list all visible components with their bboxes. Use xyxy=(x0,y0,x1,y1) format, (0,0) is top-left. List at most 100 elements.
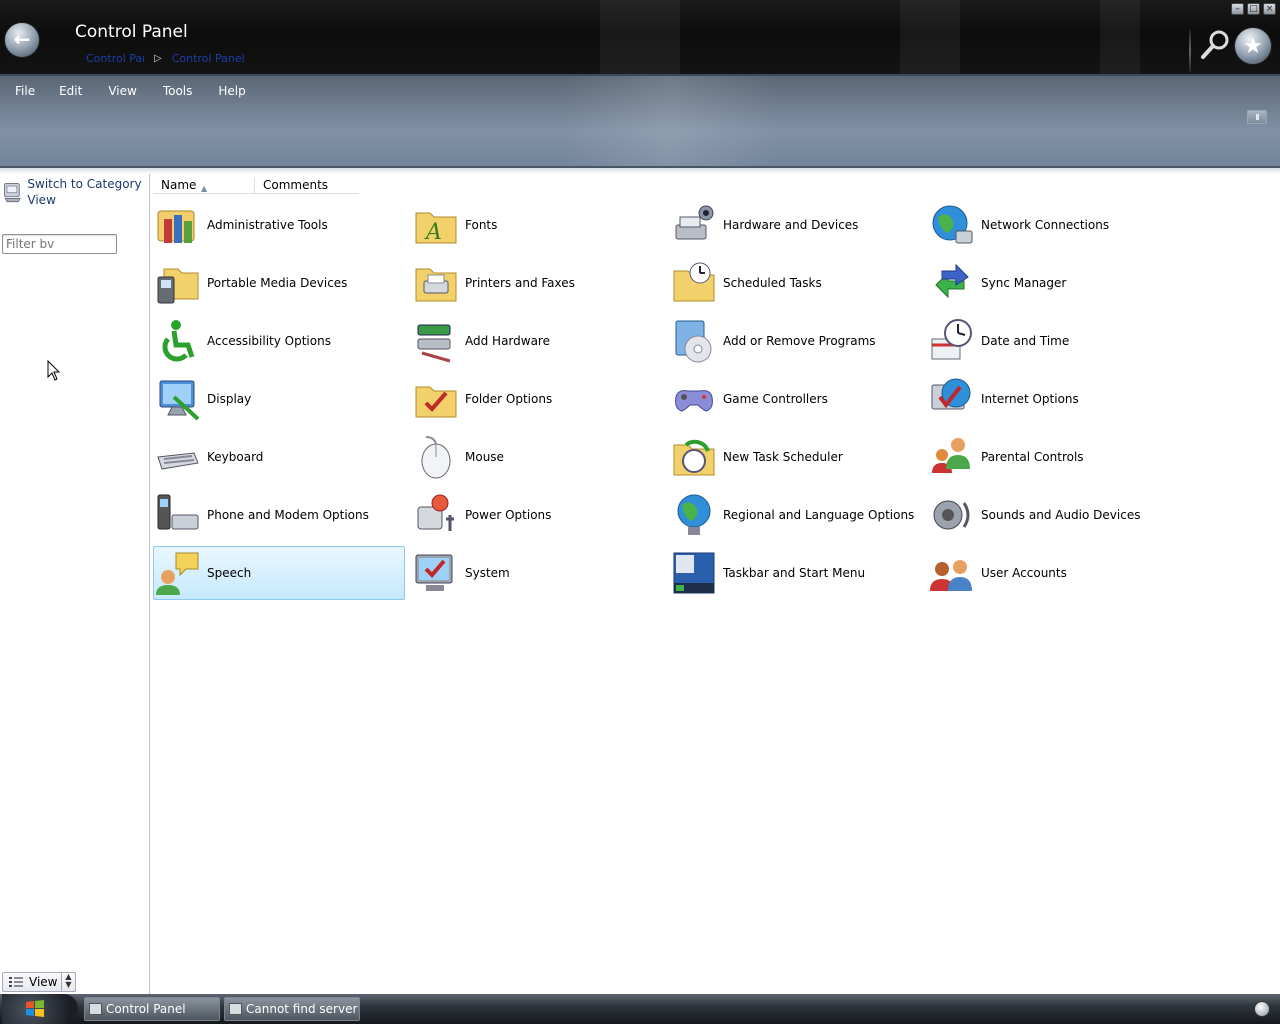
search-icon[interactable] xyxy=(1198,28,1232,62)
item-label: Printers and Faxes xyxy=(465,276,575,290)
parental-controls-icon xyxy=(928,433,976,481)
column-headers: Name ▲ Comments xyxy=(153,178,359,194)
system-icon xyxy=(412,549,460,597)
control-panel-item[interactable]: Display xyxy=(153,372,405,426)
start-button[interactable] xyxy=(2,994,78,1024)
title-bar: ← Control Panel Control Panel ▷ Control … xyxy=(0,0,1280,76)
taskbar-button-control-panel[interactable]: Control Panel xyxy=(84,997,220,1021)
network-globe-icon xyxy=(928,201,976,249)
breadcrumb-item[interactable]: Control Panel xyxy=(86,52,144,64)
control-panel-item[interactable]: Mouse xyxy=(411,430,663,484)
control-panel-item[interactable]: Keyboard xyxy=(153,430,405,484)
control-panel-item[interactable]: Printers and Faxes xyxy=(411,256,663,310)
item-label: System xyxy=(465,566,510,580)
windows-logo-icon xyxy=(26,1000,44,1017)
control-panel-item[interactable]: Folder Options xyxy=(411,372,663,426)
item-label: Parental Controls xyxy=(981,450,1084,464)
svg-text:A: A xyxy=(424,220,442,245)
control-panel-item[interactable]: Taskbar and Start Menu xyxy=(669,546,921,600)
spinner-arrows-icon[interactable]: ▲ ▼ xyxy=(61,973,75,991)
control-panel-item[interactable]: Scheduled Tasks xyxy=(669,256,921,310)
control-panel-item[interactable]: Portable Media Devices xyxy=(153,256,405,310)
breadcrumb-item[interactable]: Control Panel xyxy=(172,52,244,64)
speaker-icon xyxy=(928,491,976,539)
control-panel-item[interactable]: Add Hardware xyxy=(411,314,663,368)
item-label: Portable Media Devices xyxy=(207,276,348,290)
taskbar-button-browser[interactable]: Cannot find server xyxy=(224,997,360,1021)
back-button[interactable]: ← xyxy=(4,22,40,58)
admin-tools-icon xyxy=(154,201,202,249)
item-label: Power Options xyxy=(465,508,552,522)
switch-to-category-view-link[interactable]: Switch to Category View xyxy=(2,176,148,208)
control-panel-items: Administrative Tools A Fonts Hardware and D… xyxy=(153,198,1185,604)
filter-input[interactable] xyxy=(2,234,117,254)
tray-icon[interactable] xyxy=(1254,1001,1270,1017)
printer-folder-icon xyxy=(412,259,460,307)
portable-media-icon xyxy=(154,259,202,307)
maximize-button[interactable]: □ xyxy=(1247,3,1260,15)
control-panel-item[interactable]: Speech xyxy=(153,546,405,600)
view-selector[interactable]: View ▲ ▼ xyxy=(2,972,76,992)
window-title: Control Panel xyxy=(75,22,188,42)
control-panel-item[interactable]: Administrative Tools xyxy=(153,198,405,252)
menu-file[interactable]: File xyxy=(6,82,44,100)
taskbar-button-label: Cannot find server xyxy=(246,1002,358,1016)
keyboard-icon xyxy=(154,433,202,481)
view-label: View xyxy=(29,975,58,989)
menu-tools[interactable]: Tools xyxy=(154,82,202,100)
item-label: Network Connections xyxy=(981,218,1110,232)
menu-help[interactable]: Help xyxy=(209,82,254,100)
date-time-icon xyxy=(928,317,976,365)
minimize-button[interactable]: – xyxy=(1231,3,1244,15)
phone-modem-icon xyxy=(154,491,202,539)
control-panel-item[interactable]: User Accounts xyxy=(927,546,1179,600)
task-scheduler-icon xyxy=(670,433,718,481)
add-hardware-icon xyxy=(412,317,460,365)
control-panel-item[interactable]: A Fonts xyxy=(411,198,663,252)
control-panel-item[interactable]: Phone and Modem Options xyxy=(153,488,405,542)
user-accounts-icon xyxy=(928,549,976,597)
item-label: Sync Manager xyxy=(981,276,1067,290)
back-arrow-icon: ← xyxy=(13,27,31,51)
folder-icon xyxy=(89,1003,102,1015)
control-panel-item[interactable]: Hardware and Devices xyxy=(669,198,921,252)
add-remove-programs-icon xyxy=(670,317,718,365)
control-panel-item[interactable]: Sync Manager xyxy=(927,256,1179,310)
mouse-cursor-icon xyxy=(47,360,61,381)
taskbar: Control Panel Cannot find server xyxy=(0,994,1280,1024)
item-label: Administrative Tools xyxy=(207,218,328,232)
control-panel-item[interactable]: Game Controllers xyxy=(669,372,921,426)
menu-edit[interactable]: Edit xyxy=(50,82,91,100)
control-panel-item[interactable]: Date and Time xyxy=(927,314,1179,368)
gamepad-icon xyxy=(670,375,718,423)
close-button[interactable]: × xyxy=(1263,3,1276,15)
column-header-comments[interactable]: Comments xyxy=(255,178,359,193)
item-label: Display xyxy=(207,392,252,406)
item-label: Game Controllers xyxy=(723,392,828,406)
control-panel-item[interactable]: Sounds and Audio Devices xyxy=(927,488,1179,542)
menu-view[interactable]: View xyxy=(99,82,145,100)
window-controls: – □ × xyxy=(1231,3,1276,15)
column-header-name[interactable]: Name ▲ xyxy=(153,178,255,193)
control-panel-item[interactable]: Regional and Language Options xyxy=(669,488,921,542)
control-panel-item[interactable]: Accessibility Options xyxy=(153,314,405,368)
control-panel-icon xyxy=(4,183,21,203)
breadcrumb: Control Panel ▷ Control Panel xyxy=(86,52,244,64)
item-label: Fonts xyxy=(465,218,498,232)
control-panel-item[interactable]: Internet Options xyxy=(927,372,1179,426)
browser-icon xyxy=(229,1003,242,1015)
control-panel-item[interactable]: Parental Controls xyxy=(927,430,1179,484)
control-panel-item[interactable]: System xyxy=(411,546,663,600)
item-label: Add or Remove Programs xyxy=(723,334,876,348)
control-panel-item[interactable]: New Task Scheduler xyxy=(669,430,921,484)
favorites-star-button[interactable]: ★ xyxy=(1234,27,1272,65)
breadcrumb-separator-icon[interactable]: ▷ xyxy=(154,53,162,64)
control-panel-item[interactable]: Add or Remove Programs xyxy=(669,314,921,368)
accessibility-icon xyxy=(154,317,202,365)
toggle-pane-button[interactable] xyxy=(1247,110,1267,124)
item-label: Accessibility Options xyxy=(207,334,331,348)
control-panel-item[interactable]: Power Options xyxy=(411,488,663,542)
menu-bar: File Edit View Tools Help xyxy=(6,82,263,100)
control-panel-item[interactable]: Network Connections xyxy=(927,198,1179,252)
item-label: Keyboard xyxy=(207,450,264,464)
